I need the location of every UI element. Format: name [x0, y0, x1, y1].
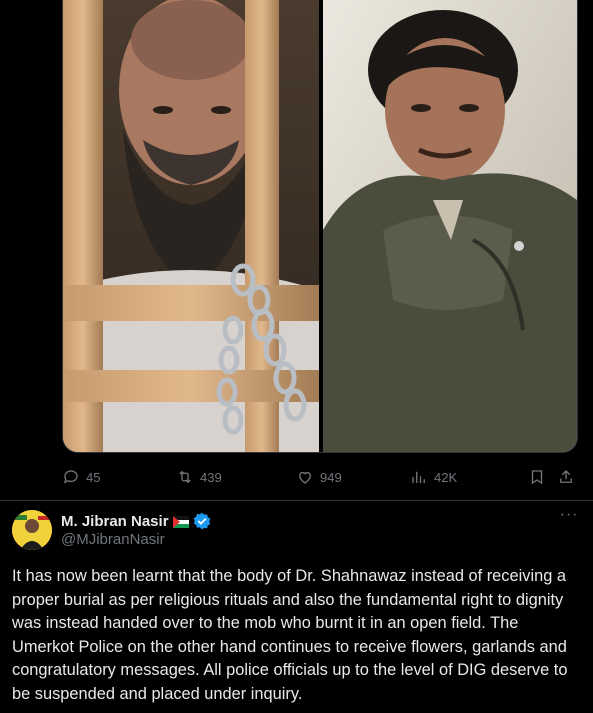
tweet-text: It has now been learnt that the body of …: [12, 567, 568, 703]
repost-button[interactable]: 439: [176, 468, 222, 486]
author-name[interactable]: M. Jibran Nasir: [61, 513, 169, 530]
verified-badge-icon: [193, 512, 211, 530]
repost-icon: [179, 470, 191, 484]
share-button[interactable]: [557, 468, 575, 486]
man-in-jacket-image: [323, 0, 577, 452]
like-button[interactable]: 949: [296, 468, 342, 486]
share-icon: [560, 470, 572, 483]
views-chart-icon: [412, 471, 425, 483]
avatar[interactable]: [12, 510, 52, 550]
tweet-media[interactable]: [62, 0, 578, 453]
reply-count: 45: [86, 469, 101, 485]
views-button[interactable]: 42K: [410, 468, 457, 486]
heart-icon: [299, 471, 311, 484]
tweet-action-bar: 45 439 949 42K: [62, 466, 576, 488]
reply-icon: [63, 470, 78, 484]
avatar-image: [12, 510, 52, 550]
tweet-divider: [0, 500, 593, 501]
author-name-row[interactable]: M. Jibran Nasir: [61, 512, 211, 530]
views-count: 42K: [434, 469, 458, 485]
like-count: 949: [320, 469, 342, 485]
bookmark-button[interactable]: [528, 468, 546, 486]
author-handle[interactable]: @MJibranNasir: [61, 531, 165, 548]
more-icon[interactable]: ···: [558, 507, 580, 526]
photo-left[interactable]: [63, 0, 319, 452]
reply-button[interactable]: 45: [62, 468, 100, 486]
repost-count: 439: [200, 469, 222, 485]
bearded-man-behind-bars-image: [63, 0, 319, 452]
photo-right[interactable]: [323, 0, 577, 452]
palestine-flag-icon: [172, 515, 189, 528]
bookmark-icon: [531, 470, 543, 485]
